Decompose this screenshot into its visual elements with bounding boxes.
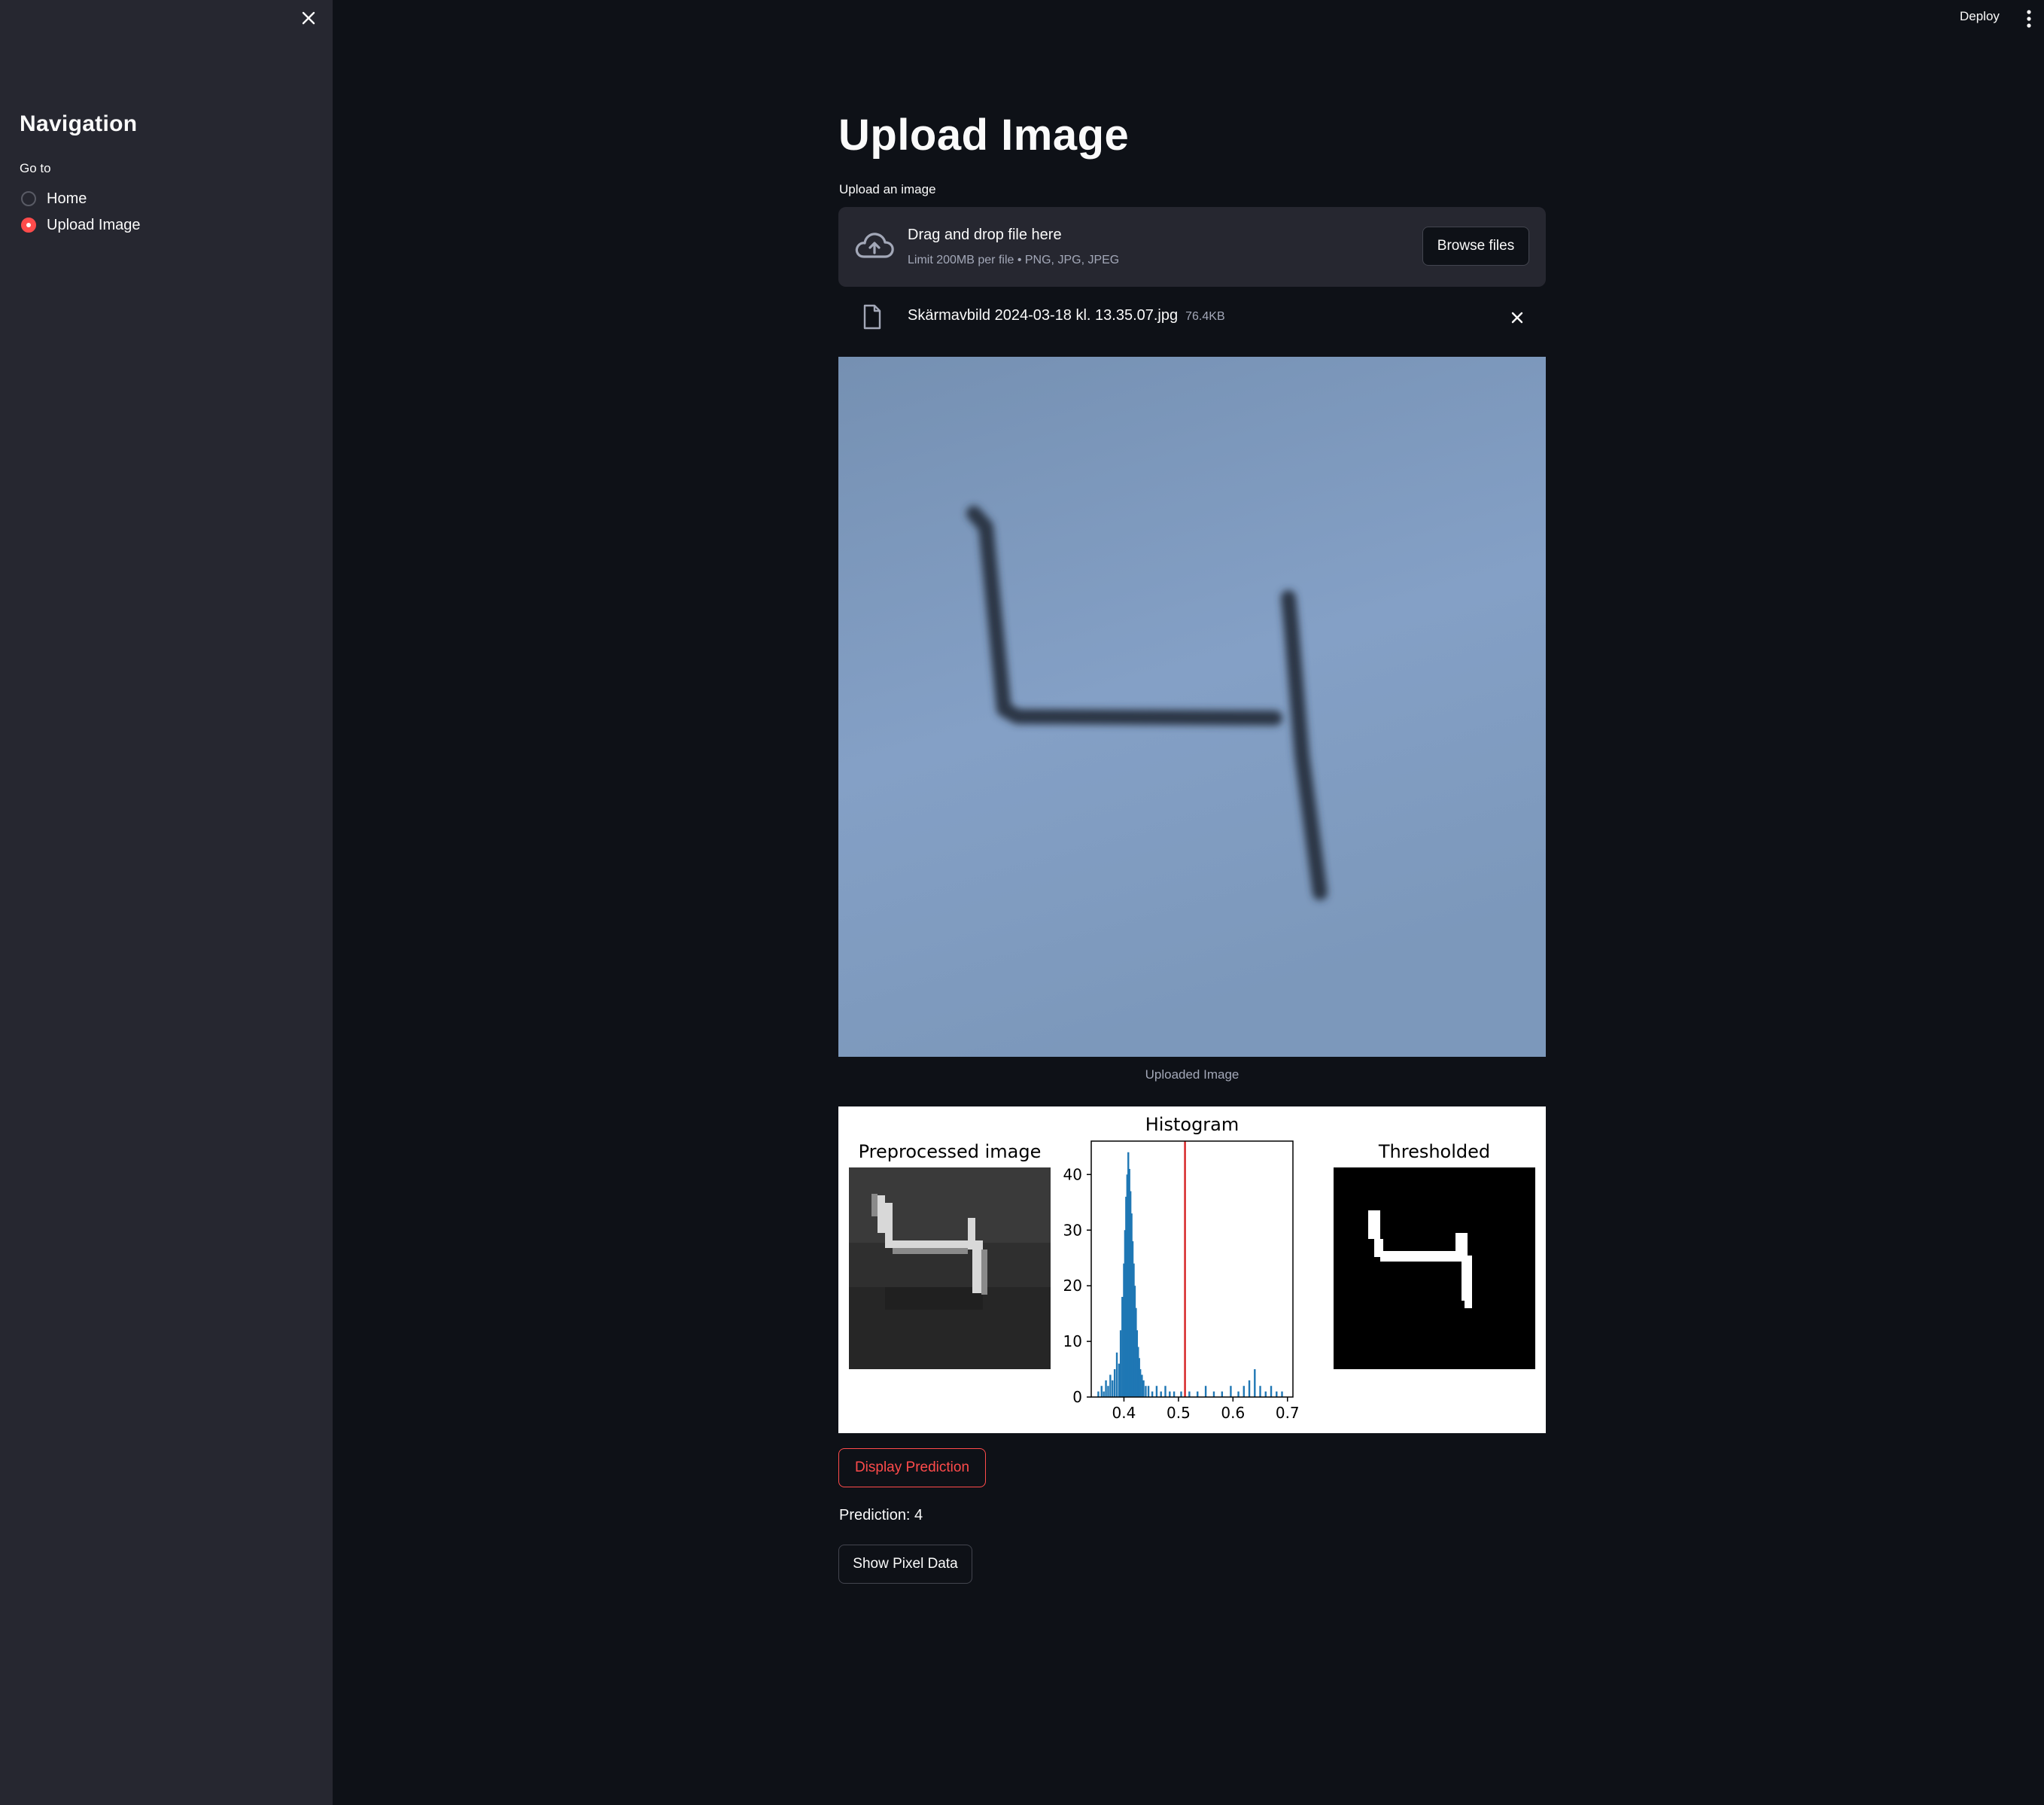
histogram-bar [1276, 1391, 1278, 1397]
histogram-bar [1107, 1386, 1109, 1397]
histogram-bar [1164, 1386, 1166, 1397]
radio-group-label: Go to [20, 161, 51, 175]
radio-option-home[interactable]: Home [21, 187, 87, 210]
histogram-bar [1173, 1391, 1176, 1397]
prediction-result: Prediction: 4 [839, 1507, 923, 1523]
preprocessed-title: Preprocessed image [859, 1141, 1042, 1162]
histogram-bar [1142, 1380, 1145, 1397]
histogram-bar [1141, 1374, 1143, 1397]
histogram-bar [1115, 1352, 1118, 1397]
histogram-bar [1264, 1391, 1267, 1397]
histogram-bar [1139, 1369, 1142, 1397]
histogram-title: Histogram [1145, 1114, 1239, 1135]
sidebar: Navigation Go to Home Upload Image [0, 0, 333, 1805]
page-title: Upload Image [838, 111, 1130, 160]
histogram-bar [1105, 1380, 1107, 1397]
y-tick-label: 0 [1072, 1388, 1082, 1406]
histogram-bar [1100, 1386, 1103, 1397]
histogram-bar [1180, 1391, 1182, 1397]
thresholded-title: Thresholded [1378, 1141, 1490, 1162]
histogram-bar [1147, 1386, 1150, 1397]
cloud-upload-icon [855, 233, 894, 258]
histogram-bar [1212, 1391, 1215, 1397]
histogram-bar [1112, 1380, 1114, 1397]
y-tick-label: 10 [1063, 1332, 1082, 1350]
radio-option-label: Home [47, 190, 87, 207]
histogram-bar [1119, 1330, 1122, 1397]
histogram-bar [1281, 1391, 1283, 1397]
histogram-bar [1160, 1391, 1162, 1397]
file-icon [863, 304, 881, 330]
radio-option-upload-image[interactable]: Upload Image [21, 214, 141, 236]
histogram-bar [1270, 1386, 1273, 1397]
histogram-bar [1113, 1369, 1116, 1397]
x-tick-label: 0.5 [1166, 1404, 1191, 1422]
histogram-bar [1169, 1391, 1171, 1397]
uploaded-file-row: Skärmavbild 2024-03-18 kl. 13.35.07.jpg 7… [838, 300, 1546, 337]
dropzone-subtitle: Limit 200MB per file • PNG, JPG, JPEG [908, 254, 1120, 266]
show-pixel-data-button[interactable]: Show Pixel Data [838, 1545, 972, 1584]
x-tick-label: 0.4 [1112, 1404, 1136, 1422]
histogram-bar [1221, 1391, 1224, 1397]
histogram-bar [1230, 1386, 1232, 1397]
histogram-bar [1254, 1369, 1256, 1397]
radio-selected-icon[interactable] [21, 218, 36, 233]
analysis-figure: Preprocessed image Histogram 0.4 0.5 0.6 0.… [838, 1106, 1546, 1433]
uploader-label: Upload an image [839, 182, 936, 196]
image-caption: Uploaded Image [1145, 1067, 1239, 1082]
histogram-bar [1145, 1386, 1147, 1397]
preprocessed-image [849, 1167, 1051, 1369]
uploaded-image [838, 357, 1546, 1057]
sidebar-title: Navigation [20, 111, 138, 136]
histogram-bar [1097, 1391, 1100, 1397]
histogram-bar [1204, 1386, 1207, 1397]
radio-option-label: Upload Image [47, 216, 141, 233]
histogram-bar [1237, 1391, 1239, 1397]
deploy-button[interactable]: Deploy [1960, 9, 2000, 24]
histogram-bar [1248, 1380, 1251, 1397]
y-tick-label: 20 [1063, 1277, 1082, 1295]
close-sidebar-icon[interactable] [300, 9, 318, 27]
histogram-bar [1103, 1391, 1105, 1397]
file-name-container: Skärmavbild 2024-03-18 kl. 13.35.07.jpg 7… [908, 307, 1225, 324]
histogram-bar [1259, 1386, 1261, 1397]
thresholded-image [1334, 1167, 1535, 1369]
histogram-bar [1109, 1374, 1112, 1397]
remove-file-icon[interactable] [1508, 309, 1526, 327]
file-name: Skärmavbild 2024-03-18 kl. 13.35.07.jpg [908, 307, 1179, 324]
histogram-bar [1243, 1386, 1246, 1397]
display-prediction-button[interactable]: Display Prediction [838, 1448, 986, 1487]
histogram-bar [1121, 1296, 1124, 1397]
histogram-bar [1188, 1391, 1191, 1397]
y-tick-label: 40 [1063, 1165, 1082, 1183]
x-tick-label: 0.7 [1276, 1404, 1300, 1422]
histogram-bar [1118, 1363, 1121, 1397]
dropzone-title: Drag and drop file here [908, 227, 1062, 243]
histogram-bar [1151, 1391, 1154, 1397]
browse-files-button[interactable]: Browse files [1422, 227, 1529, 266]
y-tick-label: 30 [1063, 1221, 1082, 1239]
histogram-bar [1155, 1386, 1158, 1397]
histogram-bar [1197, 1391, 1199, 1397]
radio-unselected-icon[interactable] [21, 191, 36, 206]
more-vertical-icon[interactable] [2023, 8, 2035, 30]
file-dropzone[interactable]: Drag and drop file here Limit 200MB per … [838, 207, 1546, 287]
file-size: 76.4KB [1185, 310, 1225, 323]
x-tick-label: 0.6 [1221, 1404, 1245, 1422]
